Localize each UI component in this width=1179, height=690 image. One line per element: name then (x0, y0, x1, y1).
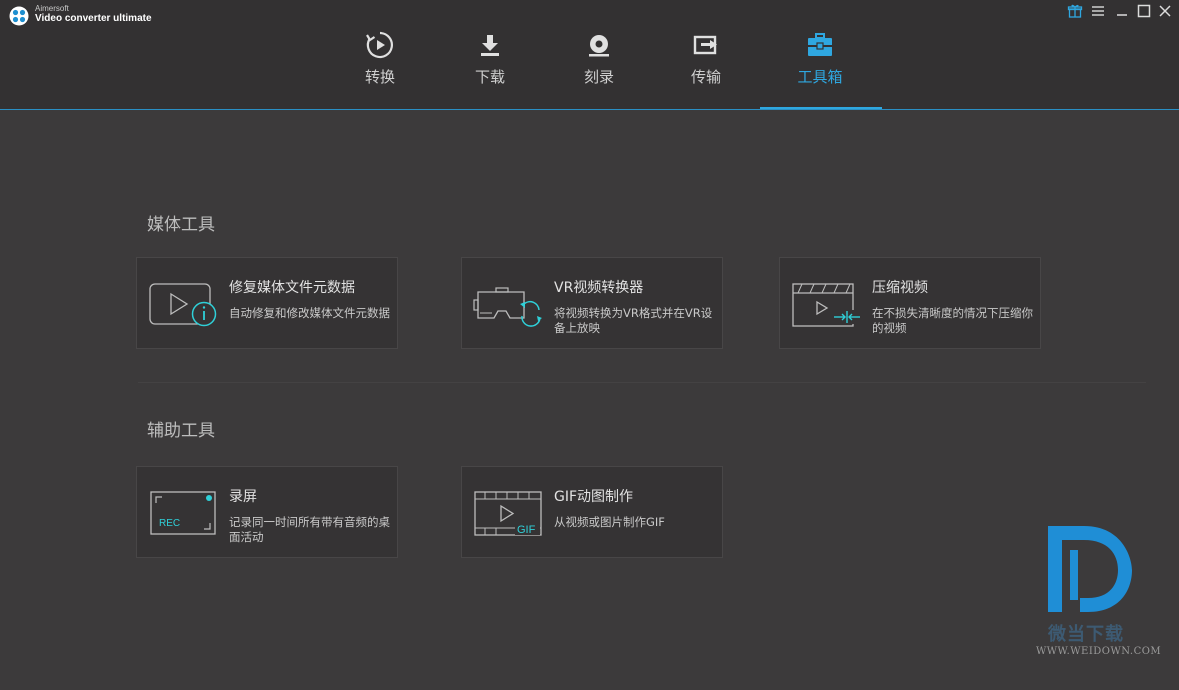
vr-headset-icon (473, 287, 542, 327)
app-vendor: Aimersoft (35, 4, 69, 13)
tab-toolbox-label: 工具箱 (797, 68, 843, 86)
download-icon (481, 35, 499, 56)
tab-download-label: 下载 (474, 68, 505, 86)
card-screen-record[interactable]: REC 录屏 记录同一时间所有带有音频的桌面活动 (136, 466, 398, 558)
close-icon[interactable] (1157, 3, 1173, 19)
card-gif-maker-title: GIF动图制作 (554, 489, 634, 505)
tab-burn[interactable]: 刻录 (554, 26, 644, 110)
card-compress-video-desc: 在不损失清晰度的情况下压缩你的视频 (872, 306, 1033, 335)
section-title-assist-tools: 辅助工具 (147, 421, 215, 441)
card-fix-metadata-title: 修复媒体文件元数据 (229, 280, 355, 296)
top-bar: Aimersoft Video converter ultimate 转换 下载… (0, 0, 1179, 110)
tab-download[interactable]: 下载 (445, 26, 535, 110)
metadata-icon (149, 283, 217, 327)
section-title-media-tools: 媒体工具 (147, 215, 215, 235)
card-vr-converter-desc: 将视频转换为VR格式并在VR设备上放映 (554, 306, 713, 335)
card-gif-maker[interactable]: GIF GIF动图制作 从视频或图片制作GIF (461, 466, 723, 558)
card-screen-record-title: 录屏 (229, 489, 257, 505)
card-fix-metadata[interactable]: 修复媒体文件元数据 自动修复和修改媒体文件元数据 (136, 257, 398, 349)
maximize-icon[interactable] (1136, 3, 1152, 19)
card-fix-metadata-desc: 自动修复和修改媒体文件元数据 (229, 306, 390, 320)
tab-burn-label: 刻录 (583, 68, 614, 86)
transfer-icon (693, 35, 717, 55)
gif-label: GIF (517, 524, 536, 536)
burn-disc-icon (589, 35, 609, 57)
card-vr-converter-title: VR视频转换器 (554, 280, 644, 296)
app-logo-icon (9, 6, 29, 26)
card-screen-record-desc: 记录同一时间所有带有音频的桌面活动 (229, 515, 390, 544)
convert-icon (366, 31, 393, 59)
tab-convert-label: 转换 (364, 68, 395, 86)
tab-transfer-label: 传输 (690, 68, 721, 86)
app-title: Video converter ultimate (35, 13, 152, 24)
minimize-icon[interactable] (1114, 3, 1130, 19)
header-divider (0, 109, 1179, 110)
watermark-url: WWW.WEIDOWN.COM (1036, 646, 1162, 657)
rec-label: REC (159, 518, 180, 529)
gift-icon[interactable] (1067, 3, 1083, 19)
card-compress-video-title: 压缩视频 (872, 280, 928, 296)
card-gif-maker-desc: 从视频或图片制作GIF (554, 515, 665, 529)
menu-icon[interactable] (1090, 3, 1106, 19)
watermark-text: 微当下载 (1048, 624, 1124, 645)
tab-convert[interactable]: 转换 (335, 26, 425, 110)
toolbox-icon (808, 33, 832, 56)
card-vr-converter[interactable]: VR视频转换器 将视频转换为VR格式并在VR设备上放映 (461, 257, 723, 349)
tab-transfer[interactable]: 传输 (661, 26, 751, 110)
gif-maker-icon: GIF (474, 491, 542, 536)
tab-toolbox[interactable]: 工具箱 (775, 26, 865, 110)
screen-record-icon: REC (150, 491, 216, 535)
compress-video-icon (792, 283, 861, 327)
card-compress-video[interactable]: 压缩视频 在不损失清晰度的情况下压缩你的视频 (779, 257, 1041, 349)
section-divider (138, 382, 1146, 383)
